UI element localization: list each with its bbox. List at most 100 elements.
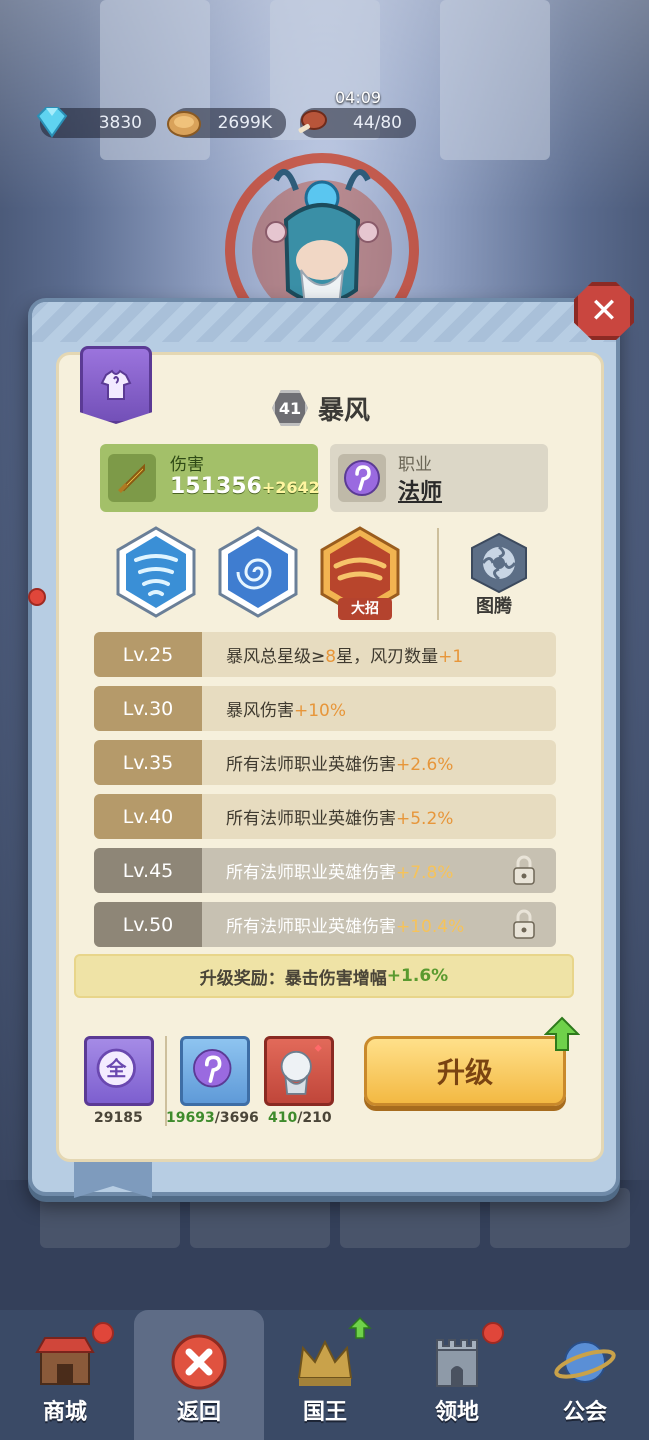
damage-bonus: +2642 [261,478,320,497]
nav-guild[interactable]: 公会 [520,1310,649,1440]
nav-territory[interactable]: 领地 [392,1310,522,1440]
damage-label: 伤害 [170,455,204,475]
level-label: Lv.25 [94,632,202,677]
damage-value: 151356 [170,474,262,499]
nav-shop[interactable]: 商城 [0,1310,130,1440]
damage-stat: 伤害 151356+2642 [100,444,320,512]
mage-shard-need: /3696 [214,1110,259,1126]
gold-counter[interactable]: 2699K [167,108,286,138]
close-button[interactable]: ✕ [574,282,634,340]
level-bonus-text: 所有法师职业英雄伤害+7.8% [202,858,453,883]
bonus-highlight: +1 [438,647,464,667]
castle-tower [440,0,550,160]
hero-shard-item[interactable] [264,1036,334,1106]
bonus-highlight: +10.4% [396,917,465,937]
level-bonus-row: Lv.25 暴风总星级≥8星，风刃数量+1 [94,632,556,677]
universal-shard-icon: 全 [96,1048,136,1088]
level-bonus-text: 暴风伤害+10% [202,696,346,721]
stamina-counter[interactable]: 44/80 [298,108,416,138]
bonus-highlight: +5.2% [396,809,454,829]
hero-shard-have: 410 [268,1110,298,1126]
nav-king-label: 国王 [302,1400,347,1425]
bottom-nav: 商城 返回 国王 领地 公会 [0,1310,649,1440]
level-bonus-text: 所有法师职业英雄伤害+5.2% [202,804,453,829]
level-bonus-row: Lv.40 所有法师职业英雄伤害+5.2% [94,794,556,839]
totem-icon[interactable] [468,532,530,594]
class-stat[interactable]: 职业 法师 [330,444,548,512]
mage-shard-have: 19693 [166,1110,215,1126]
bonus-prefix: 所有法师职业英雄伤害 [226,755,396,775]
totem-label: 图腾 [476,596,512,617]
gems-value: 3830 [98,113,142,133]
mage-shard-icon [193,1049,232,1088]
hero-shard-need: /210 [297,1110,332,1126]
nav-territory-label: 领地 [434,1400,479,1425]
gems-counter[interactable]: 3830 [36,107,156,138]
bonus-highlight: 8 [325,647,337,667]
meat-icon [298,110,327,133]
upgrade-button[interactable]: 升级 [364,1036,566,1106]
nav-king[interactable]: 国王 [260,1310,390,1440]
ultimate-tag: 大招 [338,598,392,620]
bonus-highlight: +10% [294,701,347,721]
mage-class-icon [344,460,380,496]
class-value[interactable]: 法师 [398,474,442,506]
universal-shard-count: 29185 [94,1110,143,1126]
level-bonus-text: 所有法师职业英雄伤害+2.6% [202,750,453,775]
diamond-icon [36,107,68,138]
nav-guild-label: 公会 [562,1400,607,1425]
hero-name: 暴风 [318,396,371,426]
mage-shard-count: 19693/3696 [166,1110,259,1126]
notification-dot [28,588,46,606]
bonus-prefix: 所有法师职业英雄伤害 [226,809,396,829]
level-bonus-row-locked: Lv.50 所有法师职业英雄伤害+10.4% [94,902,556,947]
level-label: Lv.30 [94,686,202,731]
bonus-highlight: +7.8% [396,863,454,883]
upgrade-available-arrow-icon [544,1016,580,1051]
class-label: 职业 [398,455,432,475]
gold-value: 2699K [217,113,272,133]
level-bonus-row: Lv.35 所有法师职业英雄伤害+2.6% [94,740,556,785]
mage-shard-item[interactable] [180,1036,250,1106]
damage-icon-box [108,454,156,502]
skill-tornado[interactable] [114,526,198,618]
stamina-value: 44/80 [353,113,402,133]
bg-tile [190,1188,330,1248]
bonus-prefix: 所有法师职业英雄伤害 [226,863,396,883]
upgrade-reward: 升级奖励：暴击伤害增幅 +1.6% [74,954,574,998]
hero-shard-count: 410/210 [268,1110,332,1126]
nav-back[interactable]: 返回 [134,1310,264,1440]
reward-value: +1.6% [386,966,449,986]
shop-notification-dot [92,1322,114,1344]
bonus-prefix: 所有法师职业英雄伤害 [226,917,396,937]
planet-icon [554,1341,616,1383]
level-bonus-text: 所有法师职业英雄伤害+10.4% [202,912,464,937]
level-label: Lv.40 [94,794,202,839]
skin-button[interactable] [80,346,152,424]
nav-back-label: 返回 [176,1400,221,1425]
universal-shard-glyph: 全 [105,1057,127,1081]
shop-icon [35,1337,95,1385]
bg-tile [340,1188,480,1248]
level-bonus-row: Lv.30 暴风伤害+10% [94,686,556,731]
stamina-timer: 04:09 [335,88,382,107]
vortex-skill-icon [218,526,298,618]
universal-shard-item[interactable]: 全 [84,1036,154,1106]
skill-vortex[interactable] [216,526,300,618]
skills-divider [437,528,439,620]
nav-shop-label: 商城 [42,1400,87,1425]
bg-tile [40,1188,180,1248]
tornado-skill-icon [116,526,196,618]
reward-text: 升级奖励：暴击伤害增幅 [199,968,387,989]
lock-icon [513,909,535,939]
coin-bag-icon [167,111,201,137]
hero-shard-icon [280,1044,322,1095]
level-label: Lv.50 [94,902,202,947]
level-bonus-row-locked: Lv.45 所有法师职业英雄伤害+7.8% [94,848,556,893]
territory-notification-dot [482,1322,504,1344]
bonus-prefix: 暴风总星级≥ [226,647,326,667]
close-icon: ✕ [589,291,619,331]
class-icon-box [338,454,386,502]
level-label: Lv.35 [94,740,202,785]
lock-icon [513,855,535,885]
